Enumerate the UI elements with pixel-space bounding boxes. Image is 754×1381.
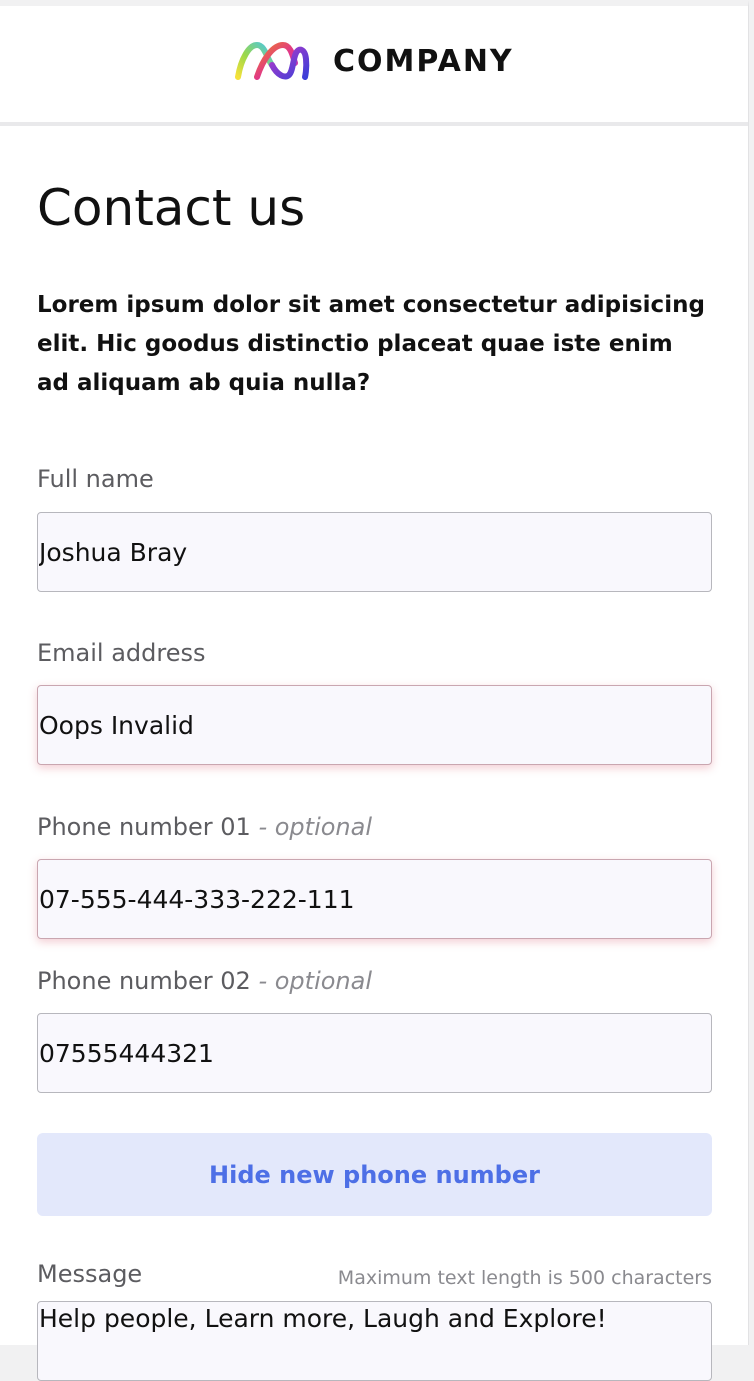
phone-2-field[interactable] xyxy=(37,1013,712,1093)
phone-1-field[interactable] xyxy=(37,859,712,939)
phone-2-label-text: Phone number 02 xyxy=(37,967,251,995)
message-label-text: Message xyxy=(37,1260,143,1288)
ribbon-m-logo-icon xyxy=(235,41,310,80)
contact-form-section: Contact us Lorem ipsum dolor sit amet co… xyxy=(37,176,712,1381)
hide-phone-number-button[interactable]: Hide new phone number xyxy=(37,1133,712,1216)
message-textarea[interactable]: Help people, Learn more, Laugh and Explo… xyxy=(37,1301,712,1381)
email-field[interactable] xyxy=(37,685,712,765)
page: COMPANY Contact us Lorem ipsum dolor sit… xyxy=(0,0,749,1381)
phone-1-label-text: Phone number 01 xyxy=(37,813,251,841)
phone-1-label: Phone number 01 - optional xyxy=(37,812,372,842)
phone-1-optional-tag: - optional xyxy=(258,813,373,841)
email-label-text: Email address xyxy=(37,639,206,667)
phone-2-optional-tag: - optional xyxy=(258,967,373,995)
email-label: Email address xyxy=(37,638,206,668)
full-name-label-text: Full name xyxy=(37,465,154,493)
brand[interactable]: COMPANY xyxy=(233,39,514,83)
message-label: Message xyxy=(37,1259,142,1289)
full-name-label: Full name xyxy=(37,464,154,494)
brand-name: COMPANY xyxy=(333,43,514,79)
message-length-hint: Maximum text length is 500 characters xyxy=(337,1267,712,1289)
intro-text: Lorem ipsum dolor sit amet consectetur a… xyxy=(37,292,705,396)
site-header: COMPANY xyxy=(0,6,748,126)
full-name-field[interactable] xyxy=(37,512,712,592)
page-title: Contact us xyxy=(37,179,306,237)
phone-2-label: Phone number 02 - optional xyxy=(37,966,372,996)
